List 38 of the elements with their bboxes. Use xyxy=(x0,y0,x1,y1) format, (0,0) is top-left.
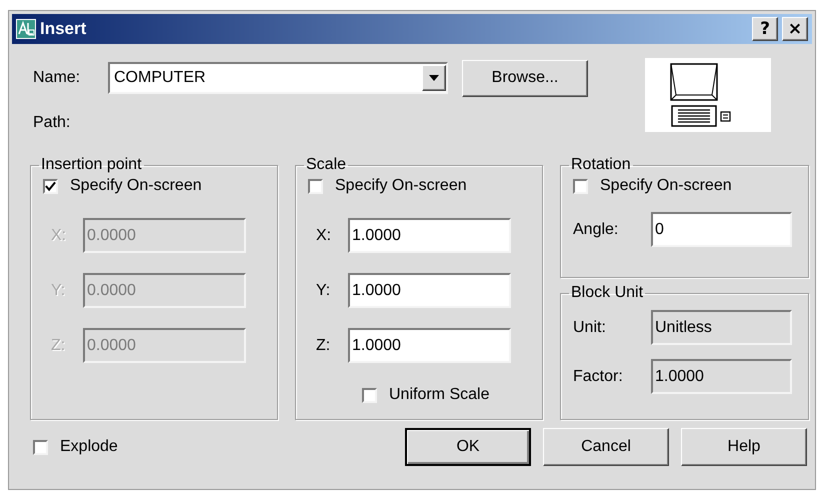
checkbox[interactable] xyxy=(43,178,58,194)
block-unit-label: Factor: xyxy=(573,368,624,386)
window-title: Insert xyxy=(40,19,88,39)
app-icon xyxy=(16,19,36,39)
checkbox-label: Specify On-screen xyxy=(600,177,732,195)
checkbox-label: Specify On-screen xyxy=(70,177,202,195)
checkbox[interactable] xyxy=(33,440,48,454)
group-title: Rotation xyxy=(570,156,632,174)
checkbox-label: Specify On-screen xyxy=(335,177,467,195)
name-label: Name: xyxy=(32,69,82,87)
dialog-button[interactable]: OK xyxy=(405,428,531,466)
help-button[interactable]: ? xyxy=(752,17,778,41)
scale-field[interactable]: 1.0000 xyxy=(348,328,511,363)
scale-label: Y: xyxy=(315,282,332,300)
group-title: Scale xyxy=(305,156,348,174)
name-field[interactable]: COMPUTER xyxy=(110,69,422,87)
group-title: Block Unit xyxy=(570,284,644,302)
checkbox[interactable] xyxy=(573,178,588,194)
checkbox-label: Explode xyxy=(60,438,118,456)
checkbox[interactable] xyxy=(308,178,323,194)
scale-field[interactable]: 1.0000 xyxy=(348,273,511,308)
scale-label: Z: xyxy=(315,336,332,354)
dialog-button[interactable]: Cancel xyxy=(543,428,669,466)
checkbox[interactable] xyxy=(362,388,377,402)
group-title: Insertion point xyxy=(40,156,143,174)
scale-label: X: xyxy=(315,226,332,244)
name-dropdown[interactable]: COMPUTER xyxy=(108,62,448,94)
path-label: Path: xyxy=(32,114,72,132)
angle-label: Angle: xyxy=(573,220,620,238)
angle-field[interactable]: 0 xyxy=(651,212,792,247)
dialog-button[interactable]: Help xyxy=(681,428,807,466)
browse-button[interactable]: Browse... xyxy=(462,60,588,96)
block-unit-label: Unit: xyxy=(573,318,607,336)
close-button[interactable]: × xyxy=(782,17,808,41)
dropdown-button[interactable] xyxy=(422,65,446,91)
dropdown-arrow-icon xyxy=(429,75,439,81)
scale-field[interactable]: 1.0000 xyxy=(348,218,511,253)
checkbox-label: Uniform Scale xyxy=(389,386,490,404)
